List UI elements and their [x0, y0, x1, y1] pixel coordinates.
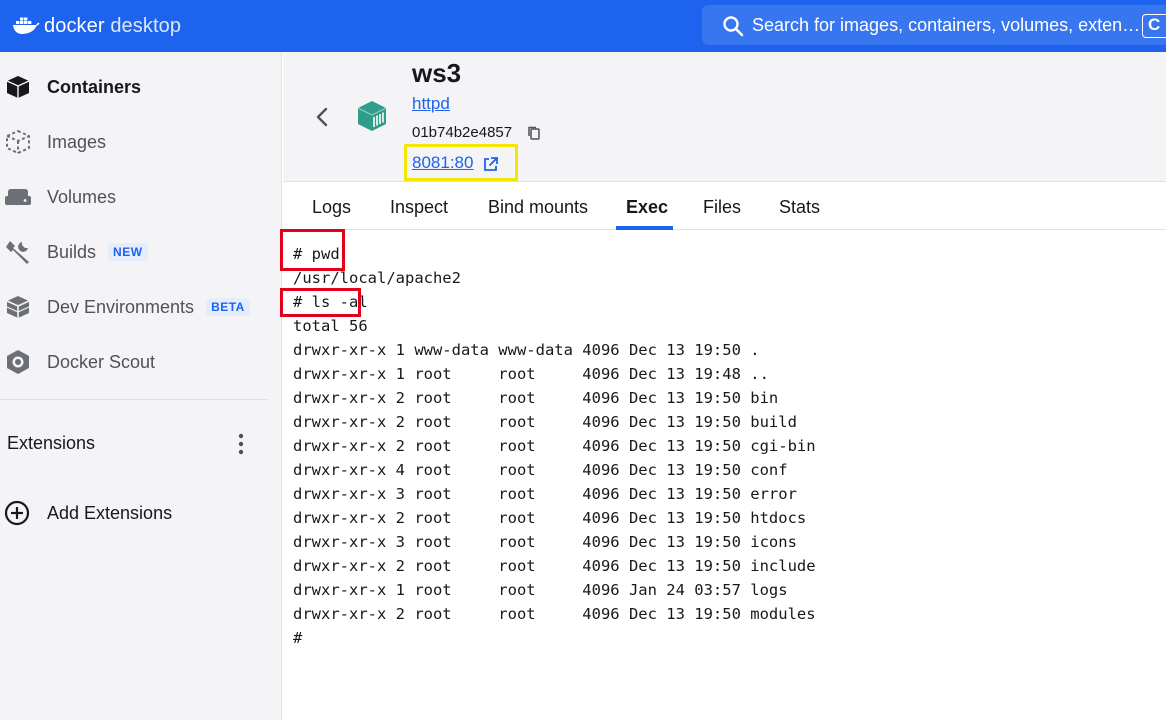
tab-exec[interactable]: Exec — [626, 197, 668, 218]
sidebar-item-label: Dev Environments — [47, 296, 195, 317]
terminal-line: drwxr-xr-x 2 root root 4096 Dec 13 19:50… — [293, 389, 779, 407]
add-extensions-button[interactable]: Add Extensions — [0, 496, 282, 530]
terminal-line: drwxr-xr-x 1 root root 4096 Dec 13 19:48… — [293, 365, 769, 383]
terminal-line: drwxr-xr-x 2 root root 4096 Dec 13 19:50… — [293, 437, 816, 455]
tab-inspect[interactable]: Inspect — [390, 197, 448, 218]
tab-files[interactable]: Files — [703, 197, 741, 218]
sidebar-item-images[interactable]: Images — [0, 119, 282, 165]
terminal-line: drwxr-xr-x 4 root root 4096 Dec 13 19:50… — [293, 461, 788, 479]
back-arrow-icon[interactable] — [313, 106, 331, 128]
terminal-line: drwxr-xr-x 2 root root 4096 Dec 13 19:50… — [293, 557, 816, 575]
sidebar-item-volumes[interactable]: Volumes — [0, 174, 282, 220]
global-search-bar[interactable]: Search for images, containers, volumes, … — [702, 5, 1166, 45]
port-link[interactable]: 8081:80 — [412, 153, 473, 173]
sidebar: Containers Images Volumes Builds NEW Dev… — [0, 52, 282, 720]
terminal-line: drwxr-xr-x 2 root root 4096 Dec 13 19:50… — [293, 605, 816, 623]
terminal-line: drwxr-xr-x 1 www-data www-data 4096 Dec … — [293, 341, 760, 359]
container-image-link[interactable]: httpd — [412, 94, 450, 114]
terminal-line: total 56 — [293, 317, 368, 335]
sidebar-item-docker-scout[interactable]: Docker Scout — [0, 339, 282, 385]
sidebar-item-label: Docker Scout — [47, 351, 156, 372]
copy-icon[interactable] — [526, 125, 542, 141]
terminal-line: drwxr-xr-x 3 root root 4096 Dec 13 19:50… — [293, 533, 797, 551]
terminal-line: drwxr-xr-x 2 root root 4096 Dec 13 19:50… — [293, 509, 807, 527]
pwd-highlight-box — [280, 229, 345, 271]
docker-desktop-logo: docker desktop — [12, 12, 181, 40]
search-icon — [723, 16, 744, 37]
dev-environments-icon — [3, 292, 33, 322]
tab-logs[interactable]: Logs — [312, 197, 351, 218]
sidebar-divider — [0, 399, 268, 400]
ls-highlight-box — [280, 288, 361, 317]
images-icon — [3, 127, 33, 157]
brand-docker: docker — [44, 14, 105, 37]
container-id: 01b74b2e4857 — [412, 124, 513, 141]
container-header: ws3 httpd 01b74b2e4857 8081:80 — [283, 52, 1166, 182]
terminal-line: drwxr-xr-x 3 root root 4096 Dec 13 19:50… — [293, 485, 797, 503]
sidebar-item-dev-environments[interactable]: Dev Environments BETA — [0, 284, 282, 330]
container-tabs: Logs Inspect Bind mounts Exec Files Stat… — [283, 183, 1166, 230]
extensions-heading: Extensions — [7, 433, 96, 453]
sidebar-item-label: Builds — [47, 241, 97, 262]
search-placeholder: Search for images, containers, volumes, … — [752, 15, 1141, 35]
brand-desktop: desktop — [110, 14, 182, 37]
exec-terminal[interactable]: # pwd /usr/local/apache2 # ls -al total … — [280, 229, 1166, 720]
new-badge: NEW — [108, 242, 148, 261]
top-bar: docker desktop Search for images, contai… — [0, 0, 1166, 52]
add-extensions-label: Add Extensions — [47, 503, 173, 523]
main-content: ws3 httpd 01b74b2e4857 8081:80 Logs Insp… — [280, 52, 1166, 720]
terminal-line: drwxr-xr-x 2 root root 4096 Dec 13 19:50… — [293, 413, 797, 431]
containers-icon — [3, 72, 33, 102]
search-shortcut-key: C — [1142, 14, 1166, 38]
docker-scout-icon — [3, 347, 33, 377]
add-circle-icon — [4, 500, 30, 526]
terminal-line: # — [293, 629, 303, 647]
active-tab-indicator — [616, 226, 673, 230]
builds-icon — [3, 237, 33, 267]
container-name: ws3 — [412, 58, 462, 88]
sidebar-item-label: Volumes — [47, 186, 117, 207]
tab-stats[interactable]: Stats — [779, 197, 820, 218]
tab-bind-mounts[interactable]: Bind mounts — [488, 197, 588, 218]
beta-badge: BETA — [206, 297, 250, 316]
sidebar-item-label: Images — [47, 131, 107, 152]
open-external-icon[interactable] — [482, 156, 499, 173]
sidebar-item-builds[interactable]: Builds NEW — [0, 229, 282, 275]
container-status-icon — [357, 101, 387, 131]
more-vert-icon[interactable] — [234, 432, 248, 456]
volumes-icon — [3, 182, 33, 212]
terminal-line: drwxr-xr-x 1 root root 4096 Jan 24 03:57… — [293, 581, 788, 599]
docker-whale-icon — [13, 17, 40, 34]
sidebar-item-containers[interactable]: Containers — [0, 64, 282, 110]
sidebar-item-label: Containers — [47, 76, 142, 97]
